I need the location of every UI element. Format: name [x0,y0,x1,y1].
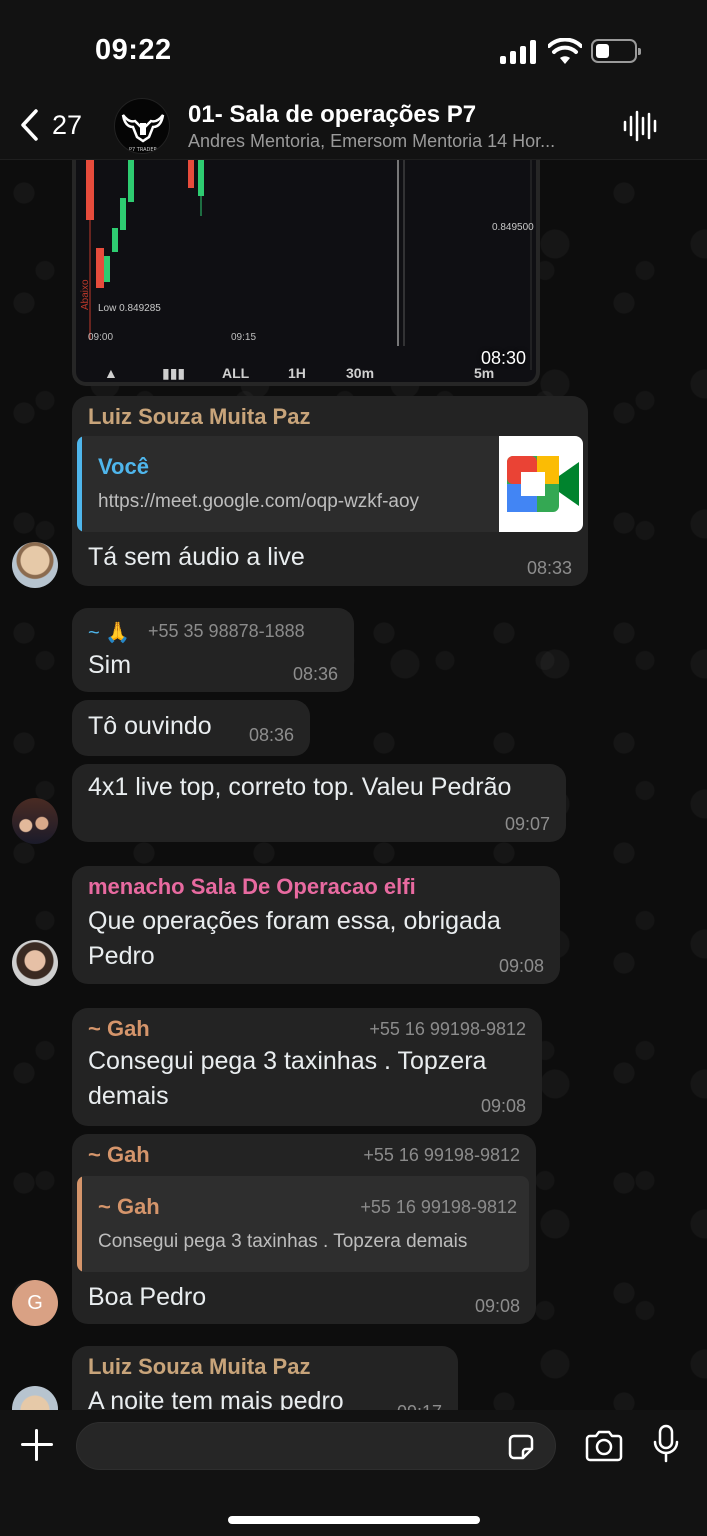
quoted-message[interactable]: Você https://meet.google.com/oqp-wzkf-ao… [77,436,583,532]
message-text: 4x1 live top, correto top. Valeu Pedrão [88,773,512,801]
message-bubble[interactable]: Tô ouvindo 08:36 [72,700,310,756]
sender-name[interactable]: Luiz Souza Muita Paz [88,1354,310,1380]
quote-author: Você [98,454,149,479]
sender-phone: +55 16 99198-9812 [369,1019,526,1039]
message-bubble[interactable]: ~ Gah +55 16 99198-9812 ~ Gah +55 16 991… [72,1134,536,1324]
message-time: 08:36 [248,725,294,745]
message-text: Tá sem áudio a live [88,543,305,571]
sender-name[interactable]: ~ Gah [88,1142,150,1168]
sender-name[interactable]: ~ Gah [88,1016,150,1042]
message-text: Boa Pedro [88,1283,207,1311]
avatar-initial: G [27,1291,43,1314]
message-bubble[interactable]: ~ Gah +55 16 99198-9812 Consegui pega 3 … [72,1008,542,1126]
bull-logo-icon: P7 TRADER [121,114,165,153]
camera-icon[interactable] [584,1430,624,1462]
sender-phone: +55 16 99198-9812 [363,1145,520,1165]
price-label: 0.849500 [492,222,534,233]
range-1h: 1H [288,365,306,381]
google-meet-icon [499,436,583,532]
side-label: Abaixo [80,279,91,310]
sender-name[interactable]: menacho Sala De Operacao elfi [88,874,416,900]
status-time: 09:22 [95,34,172,66]
candle [112,228,118,252]
group-avatar[interactable]: P7 TRADER [114,98,170,154]
candle [198,160,204,196]
chart-image-message[interactable]: 0.849500 Low 0.849285 Abaixo 09:00 09:15… [72,160,540,386]
message-text: demais [88,1082,169,1110]
message-text: Pedro [88,942,155,970]
avatar[interactable] [12,542,58,588]
group-title[interactable]: 01- Sala de operações P7 [188,101,476,129]
message-input[interactable] [76,1422,556,1470]
message-text: Sim [88,651,132,679]
message-bubble[interactable]: menacho Sala De Operacao elfi Que operaç… [72,866,560,984]
message-text: Consegui pega 3 taxinhas . Topzera [88,1047,487,1075]
wifi-icon [548,38,582,64]
range-all: ALL [222,365,250,381]
low-label: Low 0.849285 [98,303,161,314]
message-bubble[interactable]: 4x1 live top, correto top. Valeu Pedrão … [72,764,566,842]
message-time: 08:33 [526,558,572,578]
unread-count: 27 [52,109,83,140]
avatar-caption: P7 TRADER [129,147,158,153]
message-time: 09:08 [498,956,544,976]
back-button[interactable]: 27 [18,108,82,142]
indicators-icon: ▮▮▮ [162,365,186,381]
candle [188,160,194,188]
avatar[interactable] [12,798,58,844]
avatar[interactable] [12,940,58,986]
candle [128,160,134,202]
x-label: 09:00 [88,332,114,343]
candle [96,248,104,288]
battery-icon [591,39,641,63]
sticker-icon[interactable] [506,1432,536,1462]
home-indicator [228,1516,480,1524]
message-bubble[interactable]: ~ 🙏 +55 35 98878-1888 Sim 08:36 [72,608,354,692]
quote-author: ~ Gah [98,1194,160,1219]
message-text: Tô ouvindo [88,712,212,740]
sender-phone: +55 35 98878-1888 [148,621,305,641]
group-members[interactable]: Andres Mentoria, Emersom Mentoria 14 Hor… [188,131,603,152]
message-time: 08:30 [480,348,526,368]
quote-link[interactable]: https://meet.google.com/oqp-wzkf-aoy [98,491,419,513]
x-label: 09:15 [231,332,257,343]
range-30m: 30m [346,365,375,381]
message-bubble[interactable]: Luiz Souza Muita Paz A noite tem mais pe… [72,1346,458,1410]
message-bubble[interactable]: Luiz Souza Muita Paz Você https://meet.g… [72,396,588,586]
candle [86,160,94,220]
chat-header: 27 P7 TRADER 01- Sala de operações P7 An… [0,96,707,160]
sender-name[interactable]: Luiz Souza Muita Paz [88,404,310,430]
avatar[interactable]: G [12,1280,58,1326]
candlestick-chart [86,160,532,370]
cellular-signal-icon [500,40,538,64]
sender-name[interactable]: ~ 🙏 [88,620,130,645]
status-bar: 09:22 [0,0,707,96]
quote-phone: +55 16 99198-9812 [360,1197,517,1217]
message-time: 09:07 [504,814,550,834]
chart-toolbar: ▲ ▮▮▮ ALL 1H 30m 5m [76,358,536,382]
microphone-icon[interactable] [652,1424,680,1464]
message-time: 09:08 [474,1296,520,1316]
message-time: 09:17 [397,1402,442,1410]
composer-bar [0,1410,707,1536]
message-text: Que operações foram essa, obrigada [88,907,501,935]
quote-text: Consegui pega 3 taxinhas . Topzera demai… [98,1231,468,1252]
plus-icon[interactable] [20,1428,54,1462]
draw-tool-icon: ▲ [104,365,118,381]
message-text: A noite tem mais pedro [88,1387,344,1410]
chevron-left-icon [21,109,38,141]
candle [104,256,110,282]
message-time: 09:08 [480,1096,526,1116]
waveform-icon[interactable] [622,108,658,144]
quoted-message[interactable]: ~ Gah +55 16 99198-9812 Consegui pega 3 … [77,1176,529,1272]
message-time: 08:36 [292,664,338,684]
candle [120,198,126,230]
